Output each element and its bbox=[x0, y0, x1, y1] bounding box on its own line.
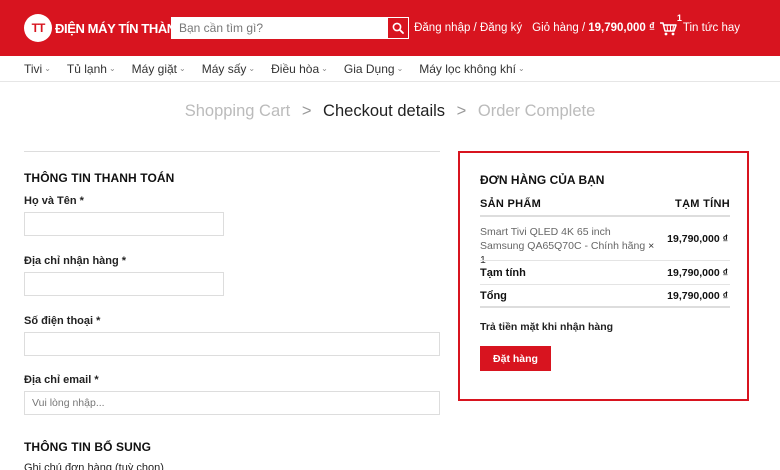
phone-field[interactable] bbox=[24, 332, 440, 356]
name-label: Họ và Tên * bbox=[24, 195, 84, 207]
header-divider bbox=[480, 215, 730, 217]
chevron-down-icon: ⌄ bbox=[396, 64, 404, 73]
subtotal-value: 19,790,000 ₫ bbox=[667, 267, 728, 279]
chevron-down-icon: ⌄ bbox=[517, 64, 525, 73]
nav-item-label: Máy lọc không khí bbox=[419, 61, 516, 76]
step-separator: > bbox=[456, 102, 467, 120]
nav-item-tivi[interactable]: Tivi ⌄ bbox=[24, 62, 51, 76]
order-table-header: SẢN PHẨM TẠM TÍNH bbox=[480, 198, 730, 216]
product-price: 19,790,000 ₫ bbox=[667, 233, 728, 245]
cart-link[interactable]: Giỏ hàng / 19,790,000 ₫ 1 bbox=[532, 13, 682, 36]
name-label-text: Họ và Tên bbox=[24, 195, 77, 207]
total-value: 19,790,000 ₫ bbox=[667, 290, 728, 302]
nav-item-dieu-hoa[interactable]: Điều hòa ⌄ bbox=[271, 62, 328, 76]
required-mark: * bbox=[121, 255, 127, 267]
phone-label-text: Số điện thoại bbox=[24, 315, 94, 327]
name-field[interactable] bbox=[24, 212, 224, 236]
email-label-text: Địa chỉ email bbox=[24, 374, 92, 386]
nav-item-label: Tivi bbox=[24, 61, 43, 76]
required-mark: * bbox=[96, 315, 101, 327]
checkout-steps: Shopping Cart > Checkout details > Order… bbox=[0, 102, 780, 121]
cart-label: Giỏ hàng / bbox=[532, 22, 586, 34]
subtotal-label: Tạm tính bbox=[480, 267, 526, 279]
nav-item-label: Điều hòa bbox=[271, 61, 320, 76]
nav-item-label: Tủ lạnh bbox=[66, 61, 107, 76]
step-shopping-cart[interactable]: Shopping Cart bbox=[185, 102, 291, 120]
chevron-down-icon: ⌄ bbox=[248, 64, 256, 73]
logo-badge: TT bbox=[24, 14, 52, 42]
order-summary: ĐƠN HÀNG CỦA BẠN SẢN PHẨM TẠM TÍNH Smart… bbox=[458, 151, 749, 401]
chevron-down-icon: ⌄ bbox=[321, 64, 328, 73]
step-checkout-details[interactable]: Checkout details bbox=[323, 102, 445, 120]
col-product: SẢN PHẨM bbox=[480, 198, 542, 210]
email-field[interactable] bbox=[24, 391, 440, 415]
site-header: TT ĐIỆN MÁY TÍN THÀNH Đăng nhập / Đăng k… bbox=[0, 0, 780, 56]
additional-info-title: THÔNG TIN BỔ SUNG bbox=[24, 440, 152, 454]
payment-method: Trả tiền mặt khi nhận hàng bbox=[480, 321, 614, 333]
cart-total: 19,790,000 ₫ bbox=[588, 22, 655, 34]
step-separator: > bbox=[301, 102, 312, 120]
search-bar bbox=[171, 17, 409, 39]
address-field[interactable] bbox=[24, 272, 224, 296]
nav-item-may-giat[interactable]: Máy giặt ⌄ bbox=[132, 62, 186, 76]
total-label: Tổng bbox=[480, 290, 507, 302]
step-order-complete: Order Complete bbox=[477, 102, 596, 120]
news-link[interactable]: Tin tức hay bbox=[683, 22, 740, 34]
row-divider bbox=[480, 284, 730, 285]
chevron-down-icon: ⌄ bbox=[44, 64, 51, 73]
main-nav: Tivi ⌄ Tủ lạnh ⌄ Máy giặt ⌄ Máy sấy ⌄ Điều h… bbox=[0, 56, 780, 82]
login-link[interactable]: Đăng nhập / Đăng ký bbox=[414, 22, 522, 34]
search-input[interactable] bbox=[171, 17, 387, 39]
required-mark: * bbox=[94, 374, 99, 386]
nav-item-gia-dung[interactable]: Gia Dụng ⌄ bbox=[344, 62, 403, 76]
nav-item-may-say[interactable]: Máy sấy ⌄ bbox=[202, 62, 255, 76]
phone-label: Số điện thoại * bbox=[24, 315, 100, 327]
nav-item-label: Máy sấy bbox=[201, 61, 247, 76]
nav-item-tu-lanh[interactable]: Tủ lạnh ⌄ bbox=[67, 62, 116, 76]
search-button[interactable] bbox=[387, 17, 409, 39]
col-subtotal: TẠM TÍNH bbox=[675, 198, 730, 210]
total-divider bbox=[480, 306, 730, 308]
site-logo[interactable]: TT ĐIỆN MÁY TÍN THÀNH bbox=[24, 13, 185, 43]
chevron-down-icon: ⌄ bbox=[108, 64, 116, 73]
nav-item-may-loc-khong-khi[interactable]: Máy lọc không khí ⌄ bbox=[419, 62, 524, 76]
order-note-label: Ghi chú đơn hàng (tuỳ chọn) bbox=[24, 462, 164, 470]
product-name: Smart Tivi QLED 4K 65 inch Samsung QA65Q… bbox=[480, 226, 646, 252]
nav-item-label: Máy giặt bbox=[131, 61, 178, 76]
email-label: Địa chỉ email * bbox=[24, 374, 99, 386]
logo-text: ĐIỆN MÁY TÍN THÀNH bbox=[55, 20, 185, 36]
row-divider bbox=[480, 260, 730, 261]
order-summary-title: ĐƠN HÀNG CỦA BẠN bbox=[480, 173, 605, 187]
section-divider bbox=[24, 151, 440, 152]
billing-title: THÔNG TIN THANH TOÁN bbox=[24, 171, 175, 185]
cart-icon: 1 bbox=[659, 13, 682, 36]
chevron-down-icon: ⌄ bbox=[179, 64, 186, 73]
address-label-text: Địa chỉ nhận hàng bbox=[24, 255, 119, 267]
address-label: Địa chỉ nhận hàng * bbox=[24, 255, 126, 267]
search-icon bbox=[392, 22, 404, 34]
header-actions: Đăng nhập / Đăng ký Giỏ hàng / 19,790,00… bbox=[414, 0, 740, 56]
nav-item-label: Gia Dụng bbox=[343, 61, 395, 76]
required-mark: * bbox=[79, 195, 84, 207]
cart-count-badge: 1 bbox=[676, 13, 682, 23]
place-order-button[interactable]: Đặt hàng bbox=[480, 346, 551, 371]
